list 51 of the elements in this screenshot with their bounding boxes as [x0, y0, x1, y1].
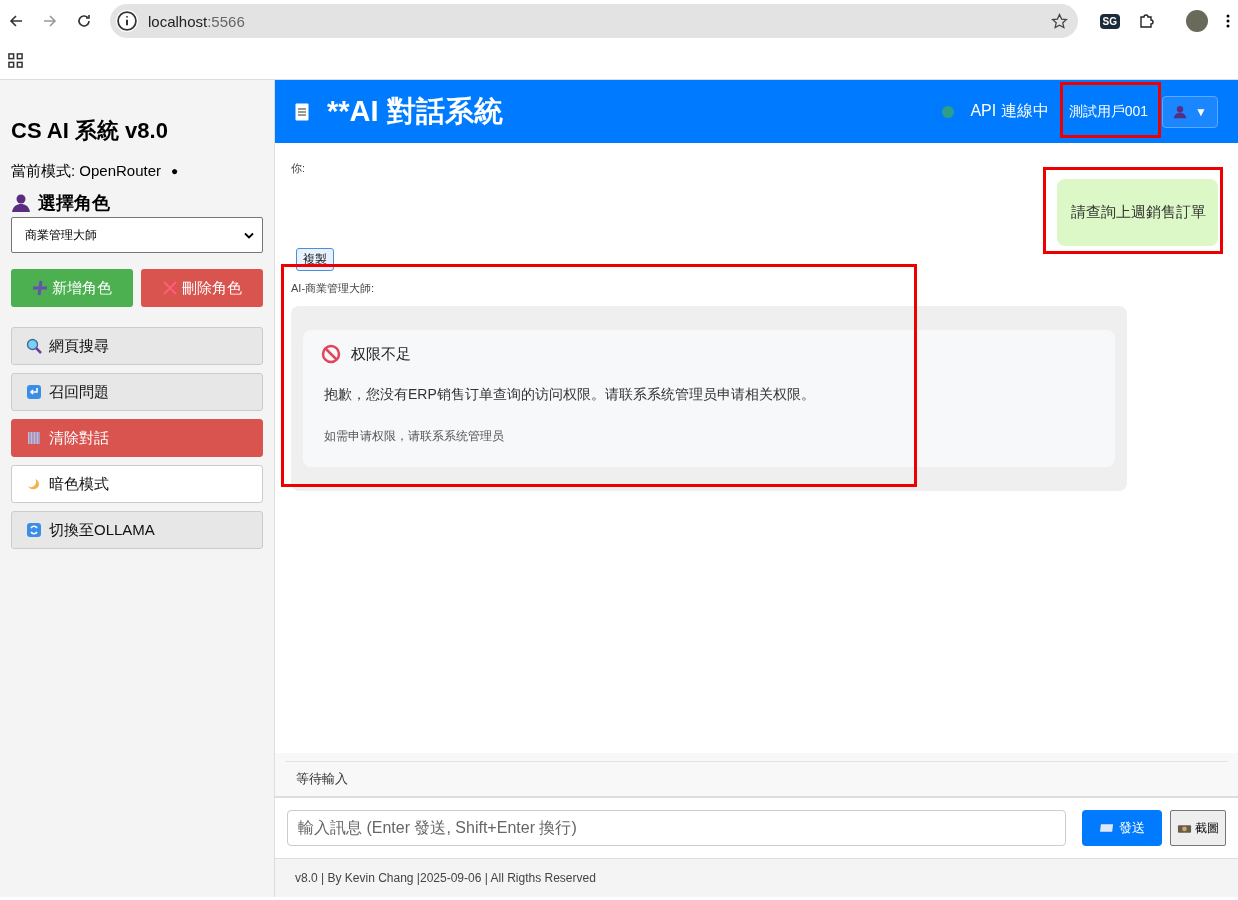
reload-icon[interactable] [76, 13, 92, 29]
error-hint: 如需申请权限，请联系系统管理员 [324, 428, 505, 445]
document-icon [295, 102, 309, 121]
cross-icon [162, 280, 178, 296]
user-menu-button[interactable]: ▼ [1162, 95, 1218, 128]
sidebar-button[interactable]: 暗色模式 [11, 465, 263, 503]
user-message: 請查詢上週銷售訂單 [1057, 179, 1218, 246]
role-heading: 選擇角色 [38, 192, 110, 215]
refresh-icon [26, 522, 42, 538]
shredder-icon [26, 430, 42, 446]
prohibited-icon [321, 344, 341, 364]
avatar[interactable] [1186, 10, 1208, 32]
forward-icon[interactable] [42, 13, 58, 29]
more-icon[interactable] [1226, 13, 1230, 29]
role-button[interactable]: 刪除角色 [141, 269, 263, 307]
person-icon [1173, 104, 1188, 119]
footer-text: v8.0 | By Kevin Chang |2025-09-06 | All Rigths Reserved [295, 871, 596, 885]
sidebar-button[interactable]: 清除對話 [11, 419, 263, 457]
camera-icon [1177, 823, 1192, 833]
user-name: 測試用戶001 [1068, 102, 1148, 121]
person-icon [11, 193, 31, 213]
info-icon [116, 10, 138, 32]
envelope-icon [1099, 823, 1114, 833]
chat-title: **AI 對話系統 [327, 93, 503, 129]
sender-label: AI-商業管理大師: [291, 281, 376, 296]
error-message: 抱歉，您没有ERP销售订单查询的访问权限。请联系系统管理员申请相关权限。 [324, 386, 816, 404]
star-icon[interactable] [1050, 12, 1068, 30]
puzzle-icon[interactable] [1138, 13, 1154, 29]
plus-icon [32, 280, 48, 296]
message-input[interactable]: 輸入訊息 (Enter 發送, Shift+Enter 換行) [287, 810, 1066, 846]
back-icon[interactable] [8, 13, 24, 29]
screenshot-button[interactable]: 截圖 [1170, 810, 1226, 846]
return-icon [26, 384, 42, 400]
mode-indicator: ● [171, 163, 179, 180]
moon-icon [26, 476, 42, 492]
apps-icon[interactable] [8, 53, 23, 68]
error-title: 权限不足 [351, 344, 411, 364]
address-bar[interactable]: localhost:5566 [110, 4, 1078, 38]
send-button[interactable]: 發送 [1082, 810, 1162, 846]
chevron-icon [244, 231, 254, 239]
mode-label: 當前模式: OpenRouter [11, 162, 162, 181]
sidebar-button[interactable]: 切換至OLLAMA [11, 511, 263, 549]
connection-status: API 連線中 [970, 101, 1049, 121]
app-title: CS AI 系統 v8.0 [11, 117, 169, 145]
status-text: 等待輸入 [285, 761, 1228, 796]
role-select[interactable]: 商業管理大師 [11, 217, 263, 253]
search-icon [26, 338, 42, 354]
sidebar-button[interactable]: 召回問題 [11, 373, 263, 411]
sidebar-button[interactable]: 網頁搜尋 [11, 327, 263, 365]
extension-badge[interactable]: SG [1099, 13, 1120, 29]
sender-label: 你: [291, 161, 307, 176]
